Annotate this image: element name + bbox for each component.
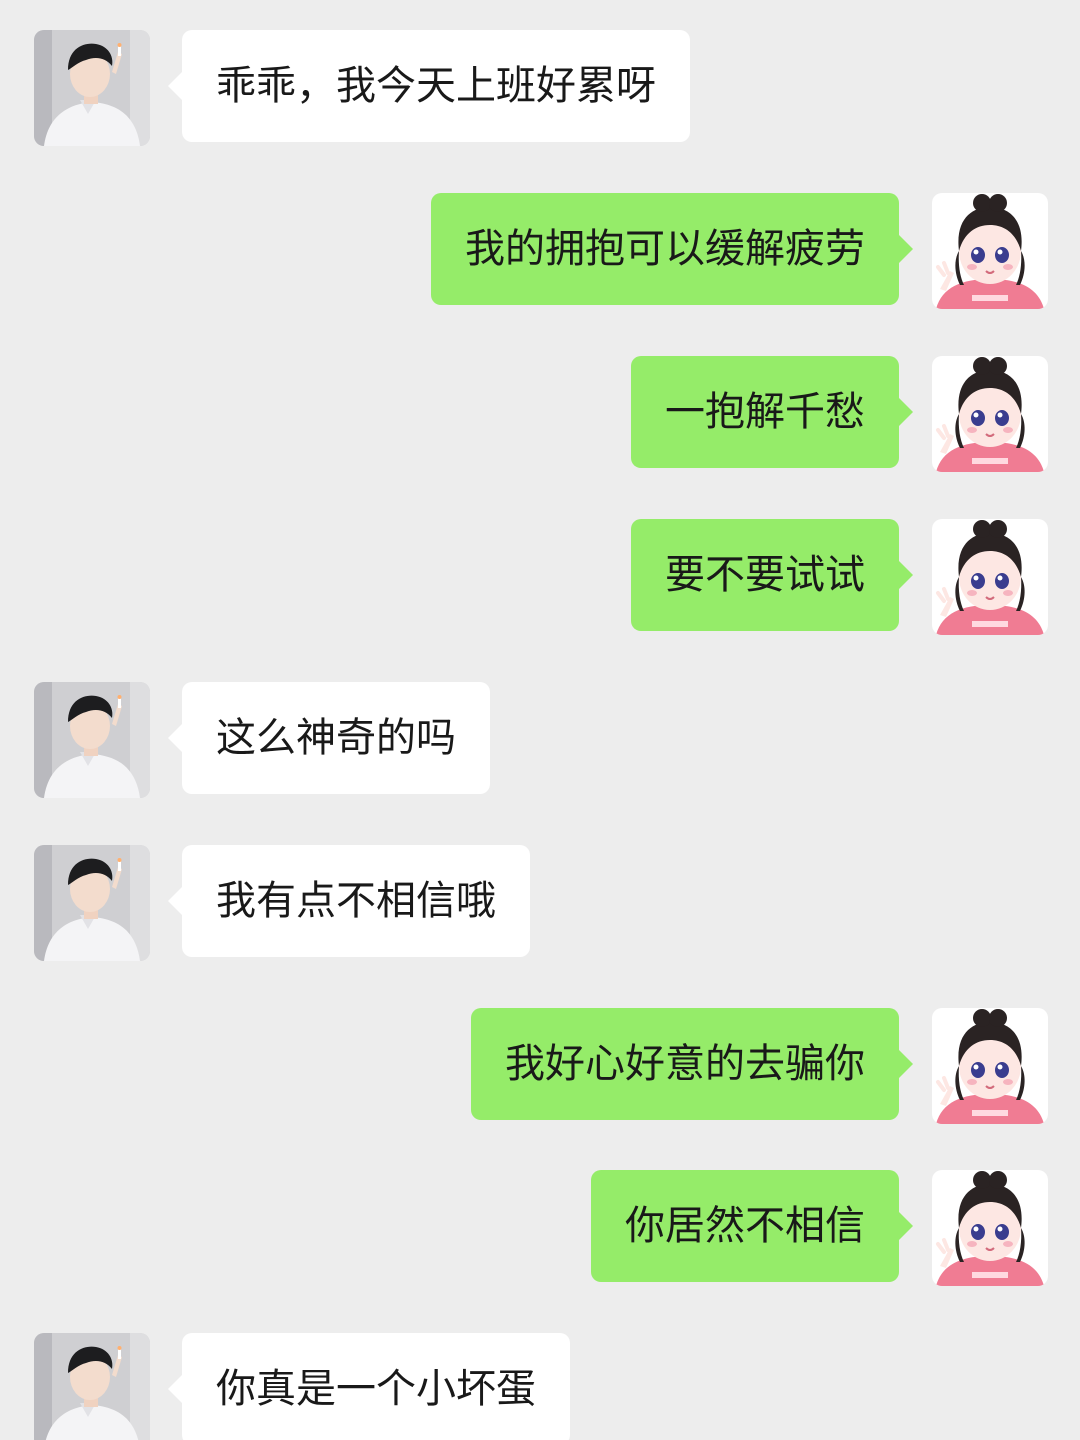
cartoon-girl-avatar-icon[interactable]	[932, 193, 1048, 309]
cartoon-girl-avatar-icon[interactable]	[932, 356, 1048, 472]
message-row: 这么神奇的吗	[0, 682, 1080, 798]
message-row: 你真是一个小坏蛋	[0, 1333, 1080, 1440]
message-row: 我好心好意的去骗你	[0, 1008, 1080, 1124]
cartoon-girl-avatar-icon[interactable]	[932, 519, 1048, 635]
message-row: 要不要试试	[0, 519, 1080, 635]
chat-window: 乖乖，我今天上班好累呀 我的拥抱可以缓解疲劳 一抱解千愁 要不要试试 这么神奇的…	[0, 0, 1080, 1440]
boy-avatar-icon[interactable]	[34, 682, 150, 798]
message-bubble[interactable]: 我有点不相信哦	[168, 845, 530, 957]
message-bubble[interactable]: 乖乖，我今天上班好累呀	[168, 30, 690, 142]
message-bubble[interactable]: 要不要试试	[631, 519, 913, 631]
message-bubble[interactable]: 你居然不相信	[591, 1170, 913, 1282]
message-bubble[interactable]: 我的拥抱可以缓解疲劳	[431, 193, 913, 305]
message-row: 一抱解千愁	[0, 356, 1080, 472]
boy-avatar-icon[interactable]	[34, 30, 150, 146]
message-bubble[interactable]: 一抱解千愁	[631, 356, 913, 468]
message-row: 我有点不相信哦	[0, 845, 1080, 961]
message-row: 乖乖，我今天上班好累呀	[0, 30, 1080, 146]
boy-avatar-icon[interactable]	[34, 845, 150, 961]
message-bubble[interactable]: 你真是一个小坏蛋	[168, 1333, 570, 1440]
boy-avatar-icon[interactable]	[34, 1333, 150, 1440]
cartoon-girl-avatar-icon[interactable]	[932, 1008, 1048, 1124]
message-bubble[interactable]: 我好心好意的去骗你	[471, 1008, 913, 1120]
cartoon-girl-avatar-icon[interactable]	[932, 1170, 1048, 1286]
message-bubble[interactable]: 这么神奇的吗	[168, 682, 490, 794]
message-row: 我的拥抱可以缓解疲劳	[0, 193, 1080, 309]
message-row: 你居然不相信	[0, 1170, 1080, 1286]
